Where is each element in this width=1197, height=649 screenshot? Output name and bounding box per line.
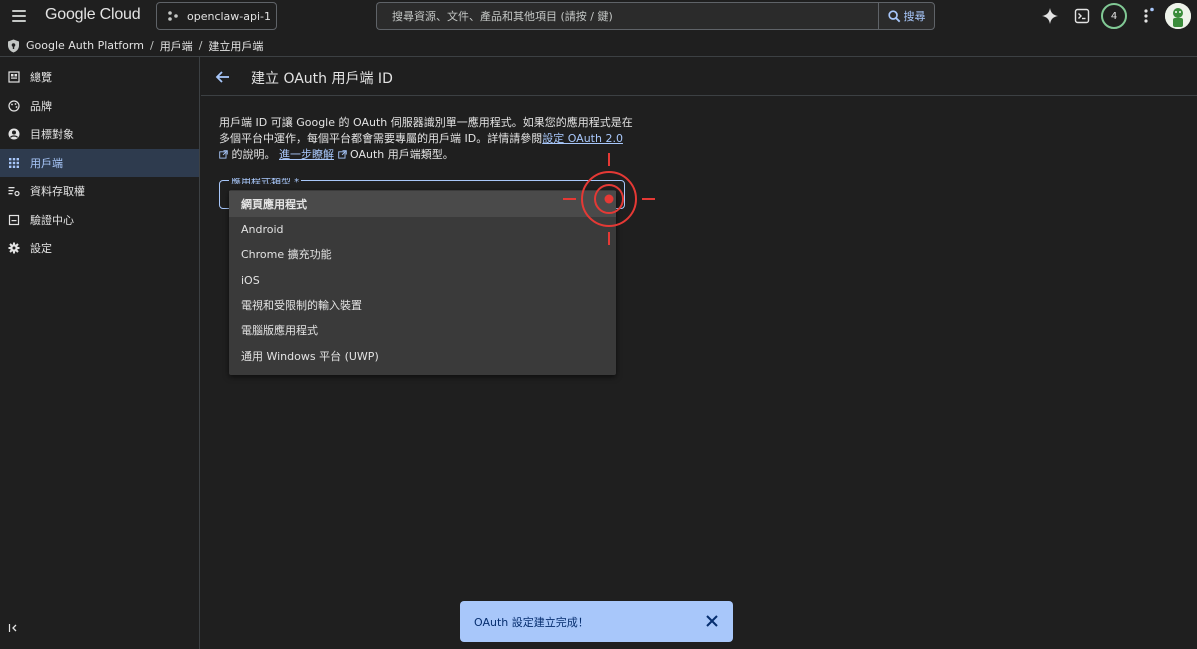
option-chrome-extension[interactable]: Chrome 擴充功能: [229, 241, 616, 267]
external-link-icon: [219, 150, 228, 159]
project-name: openclaw-api-1: [187, 9, 272, 23]
palette-icon: [8, 100, 20, 112]
sidebar-item-audience[interactable]: 目標對象: [0, 120, 199, 148]
hamburger-menu-icon[interactable]: [9, 6, 31, 26]
description-text: 多個平台中運作，每個平台都會需要專屬的用戶端 ID。詳情請參閱: [219, 132, 543, 145]
google-cloud-logo[interactable]: Google Cloud: [45, 6, 141, 24]
page-description: 用戶端 ID 可讓 Google 的 OAuth 伺服器識別單一應用程式。如果您…: [219, 115, 634, 163]
gear-icon: [8, 242, 20, 254]
sidebar-item-label: 用戶端: [30, 157, 63, 170]
back-arrow-icon[interactable]: [213, 67, 233, 87]
application-type-dropdown: 網頁應用程式 Android Chrome 擴充功能 iOS 電視和受限制的輸入…: [229, 190, 616, 375]
project-picker[interactable]: openclaw-api-1: [156, 2, 277, 30]
breadcrumb-create-client: 建立用戶端: [208, 39, 264, 53]
sidebar-item-label: 資料存取權: [30, 185, 85, 198]
close-icon[interactable]: [705, 614, 719, 628]
account-circle-icon: [8, 128, 20, 140]
sidebar-item-branding[interactable]: 品牌: [0, 92, 199, 120]
notification-count-badge[interactable]: 4: [1101, 3, 1127, 29]
breadcrumb: Google Auth Platform / 用戶端 / 建立用戶端: [0, 35, 1197, 57]
search-button[interactable]: 搜尋: [878, 2, 935, 30]
page-header: 建立 OAuth 用戶端 ID: [201, 57, 1197, 96]
breadcrumb-separator: /: [198, 39, 203, 52]
description-text: 的說明。: [231, 148, 276, 161]
sidebar-item-verification-center[interactable]: 驗證中心: [0, 206, 199, 234]
shield-icon: [8, 39, 19, 52]
top-bar: Google Cloud openclaw-api-1 搜尋 4: [0, 0, 1197, 34]
sidebar-item-settings[interactable]: 設定: [0, 234, 199, 262]
option-desktop-app[interactable]: 電腦版應用程式: [229, 317, 616, 343]
description-text: OAuth 用戶端類型。: [350, 148, 454, 161]
application-type-label: 應用程式類型 *: [229, 178, 302, 184]
breadcrumb-clients[interactable]: 用戶端: [160, 38, 193, 54]
search-icon: [887, 9, 900, 22]
search-button-label: 搜尋: [903, 10, 926, 23]
sidebar-item-overview[interactable]: 總覽: [0, 63, 199, 91]
more-vert-icon[interactable]: [1136, 5, 1158, 27]
sidebar-item-label: 目標對象: [30, 128, 74, 141]
dashboard-icon: [8, 71, 20, 83]
search-input[interactable]: [377, 3, 879, 29]
collapse-sidebar-icon[interactable]: [8, 622, 20, 634]
option-uwp[interactable]: 通用 Windows 平台 (UWP): [229, 343, 616, 369]
sidebar-item-label: 設定: [30, 242, 52, 255]
verification-icon: [8, 214, 20, 226]
option-ios[interactable]: iOS: [229, 267, 616, 293]
user-avatar[interactable]: [1165, 3, 1191, 29]
project-icon: [168, 11, 178, 21]
external-link-icon: [337, 150, 347, 159]
option-web-application[interactable]: 網頁應用程式: [229, 191, 616, 217]
search-box: [376, 2, 879, 30]
snackbar-message: OAuth 設定建立完成！: [474, 615, 589, 629]
sidebar-item-label: 品牌: [30, 100, 52, 113]
snackbar: OAuth 設定建立完成！: [460, 601, 733, 642]
sidebar: 總覽 品牌 目標對象 用戶端 資料存取權 驗證中心 設定: [0, 57, 200, 649]
breadcrumb-auth-platform[interactable]: Google Auth Platform: [26, 39, 144, 52]
learn-more-link[interactable]: 進一步瞭解: [279, 148, 334, 161]
description-line: 用戶端 ID 可讓 Google 的 OAuth 伺服器識別單一應用程式。如果您…: [219, 116, 633, 129]
option-tv-limited-input[interactable]: 電視和受限制的輸入裝置: [229, 292, 616, 318]
gemini-sparkle-icon[interactable]: [1039, 5, 1061, 27]
breadcrumb-separator: /: [149, 39, 154, 52]
sidebar-item-label: 總覽: [30, 71, 52, 84]
cloud-shell-terminal-icon[interactable]: [1071, 5, 1093, 27]
sidebar-item-data-access[interactable]: 資料存取權: [0, 177, 199, 205]
option-android[interactable]: Android: [229, 216, 616, 242]
sidebar-item-label: 驗證中心: [30, 214, 74, 227]
apps-grid-icon: [8, 157, 20, 169]
page-title: 建立 OAuth 用戶端 ID: [251, 71, 393, 87]
data-access-icon: [8, 185, 20, 197]
sidebar-item-clients[interactable]: 用戶端: [0, 149, 199, 177]
setup-oauth-link[interactable]: 設定 OAuth 2.0: [542, 132, 623, 145]
